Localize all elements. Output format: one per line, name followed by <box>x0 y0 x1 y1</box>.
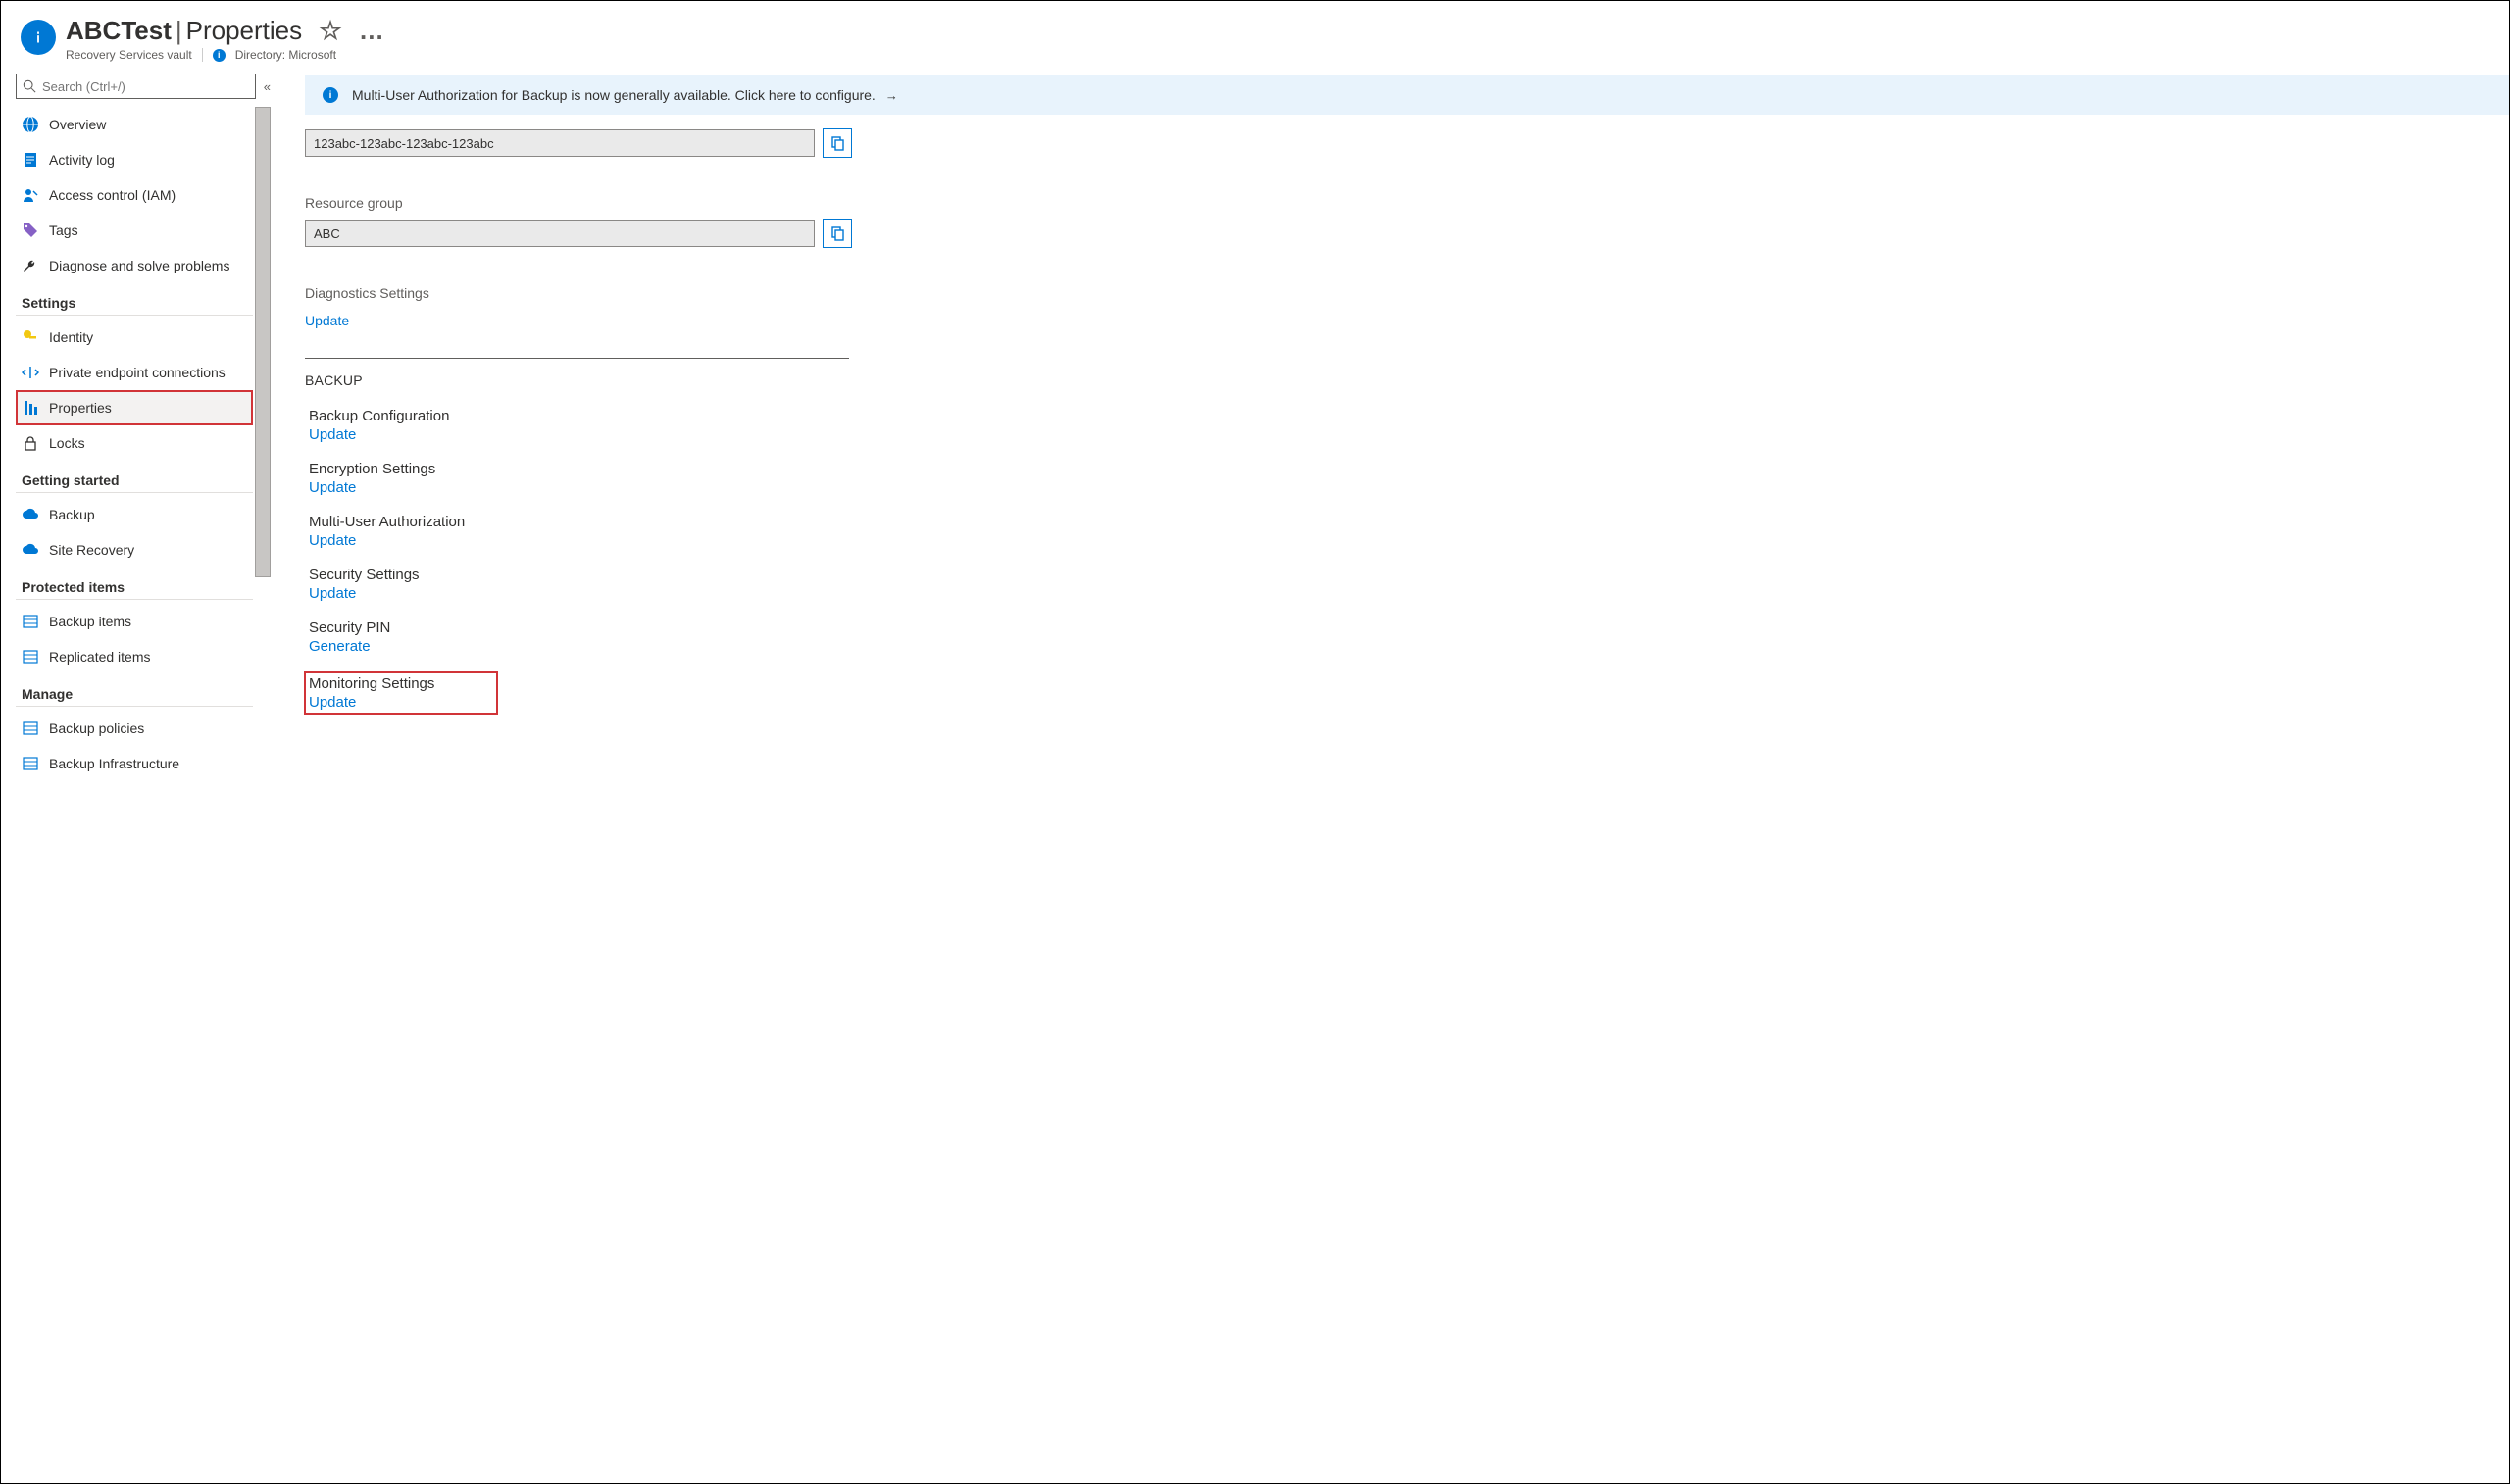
grid-icon <box>22 719 39 737</box>
sidebar-item-label: Diagnose and solve problems <box>49 258 229 273</box>
sidebar-item-backup[interactable]: Backup <box>16 497 253 532</box>
sidebar-group-settings: Settings <box>16 283 253 316</box>
resource-type-icon <box>21 20 56 55</box>
info-banner[interactable]: i Multi-User Authorization for Backup is… <box>305 75 2509 115</box>
globe-icon <box>22 116 39 133</box>
sidebar-item-private-endpoint-connections[interactable]: Private endpoint connections <box>16 355 253 390</box>
sidebar-item-label: Tags <box>49 223 78 238</box>
more-actions-icon[interactable]: … <box>359 16 384 45</box>
key-icon <box>22 328 39 346</box>
backup-block-monitoring-settings: Monitoring Settings Update <box>305 672 497 714</box>
sidebar-item-diagnose-and-solve-problems[interactable]: Diagnose and solve problems <box>16 248 253 283</box>
search-icon <box>23 79 36 93</box>
grid-icon <box>22 613 39 630</box>
cloud-icon <box>22 541 39 559</box>
directory-label: Directory: Microsoft <box>235 48 336 62</box>
sidebar-item-label: Site Recovery <box>49 542 134 558</box>
sidebar-group-getting-started: Getting started <box>16 461 253 493</box>
sidebar-item-locks[interactable]: Locks <box>16 425 253 461</box>
resource-group-field: ABC <box>305 220 815 247</box>
info-icon: i <box>323 87 338 103</box>
sidebar-item-site-recovery[interactable]: Site Recovery <box>16 532 253 568</box>
search-input[interactable] <box>42 79 249 94</box>
grid-icon <box>22 648 39 666</box>
resource-type-label: Recovery Services vault <box>66 48 192 62</box>
search-box[interactable] <box>16 74 256 99</box>
collapse-sidebar-icon[interactable]: « <box>264 79 271 94</box>
sidebar-item-access-control-iam-[interactable]: Access control (IAM) <box>16 177 253 213</box>
backup-block-security-pin: Security PIN Generate <box>305 619 2509 655</box>
sidebar-item-label: Overview <box>49 117 106 132</box>
block-action-link[interactable]: Update <box>309 426 2509 443</box>
block-title: Multi-User Authorization <box>309 514 2509 530</box>
sidebar-group-protected-items: Protected items <box>16 568 253 600</box>
sidebar-item-label: Backup items <box>49 614 131 629</box>
diagnostics-update-link[interactable]: Update <box>305 313 2509 328</box>
sidebar-item-label: Activity log <box>49 152 115 168</box>
sidebar: « Overview Activity log Access control (IA… <box>1 72 276 1483</box>
block-title: Encryption Settings <box>309 461 2509 477</box>
favorite-star-icon[interactable]: ☆ <box>319 16 341 45</box>
copy-icon <box>829 225 845 241</box>
sidebar-group-manage: Manage <box>16 674 253 707</box>
sidebar-item-backup-items[interactable]: Backup items <box>16 604 253 639</box>
sidebar-item-backup-policies[interactable]: Backup policies <box>16 711 253 746</box>
tag-icon <box>22 222 39 239</box>
endpoint-icon <box>22 364 39 381</box>
arrow-right-icon: → <box>885 88 898 103</box>
copy-button[interactable] <box>823 219 852 248</box>
main-content: i Multi-User Authorization for Backup is… <box>276 72 2509 1483</box>
backup-block-multi-user-authorization: Multi-User Authorization Update <box>305 514 2509 549</box>
page-header: ABCTest|Properties ☆ … Recovery Services… <box>1 1 2509 72</box>
block-title: Security Settings <box>309 567 2509 583</box>
sidebar-item-label: Access control (IAM) <box>49 187 176 203</box>
sidebar-item-overview[interactable]: Overview <box>16 107 253 142</box>
copy-icon <box>829 135 845 151</box>
log-icon <box>22 151 39 169</box>
backup-block-encryption-settings: Encryption Settings Update <box>305 461 2509 496</box>
block-title: Monitoring Settings <box>309 675 434 692</box>
sidebar-item-identity[interactable]: Identity <box>16 320 253 355</box>
resource-group-label: Resource group <box>305 195 2509 211</box>
diagnostics-label: Diagnostics Settings <box>305 285 2509 301</box>
subscription-id-field: 123abc-123abc-123abc-123abc <box>305 129 815 157</box>
lock-icon <box>22 434 39 452</box>
section-name: Properties <box>186 16 303 45</box>
sidebar-item-properties[interactable]: Properties <box>16 390 253 425</box>
sidebar-item-label: Backup <box>49 507 95 522</box>
sidebar-item-label: Replicated items <box>49 649 151 665</box>
sidebar-item-label: Backup policies <box>49 720 144 736</box>
page-title: ABCTest|Properties ☆ … <box>66 16 384 46</box>
scrollbar-thumb[interactable] <box>255 107 271 577</box>
sidebar-item-activity-log[interactable]: Activity log <box>16 142 253 177</box>
props-icon <box>22 399 39 417</box>
grid-icon <box>22 755 39 772</box>
info-icon: i <box>213 49 226 62</box>
block-action-link[interactable]: Update <box>309 694 434 711</box>
block-title: Security PIN <box>309 619 2509 636</box>
section-divider <box>305 358 849 359</box>
backup-block-security-settings: Security Settings Update <box>305 567 2509 602</box>
block-action-link[interactable]: Update <box>309 479 2509 496</box>
block-action-link[interactable]: Generate <box>309 638 2509 655</box>
cloud-icon <box>22 506 39 523</box>
block-title: Backup Configuration <box>309 408 2509 424</box>
backup-heading: BACKUP <box>305 372 2509 388</box>
sidebar-item-label: Locks <box>49 435 85 451</box>
block-action-link[interactable]: Update <box>309 585 2509 602</box>
wrench-icon <box>22 257 39 274</box>
person-icon <box>22 186 39 204</box>
sidebar-item-backup-infrastructure[interactable]: Backup Infrastructure <box>16 746 253 781</box>
copy-button[interactable] <box>823 128 852 158</box>
sidebar-item-tags[interactable]: Tags <box>16 213 253 248</box>
sidebar-item-label: Backup Infrastructure <box>49 756 179 771</box>
sidebar-item-replicated-items[interactable]: Replicated items <box>16 639 253 674</box>
sidebar-item-label: Properties <box>49 400 112 416</box>
resource-name: ABCTest <box>66 16 172 45</box>
block-action-link[interactable]: Update <box>309 532 2509 549</box>
sidebar-item-label: Identity <box>49 329 93 345</box>
backup-block-backup-configuration: Backup Configuration Update <box>305 408 2509 443</box>
banner-text: Multi-User Authorization for Backup is n… <box>352 87 876 103</box>
sidebar-item-label: Private endpoint connections <box>49 365 226 380</box>
